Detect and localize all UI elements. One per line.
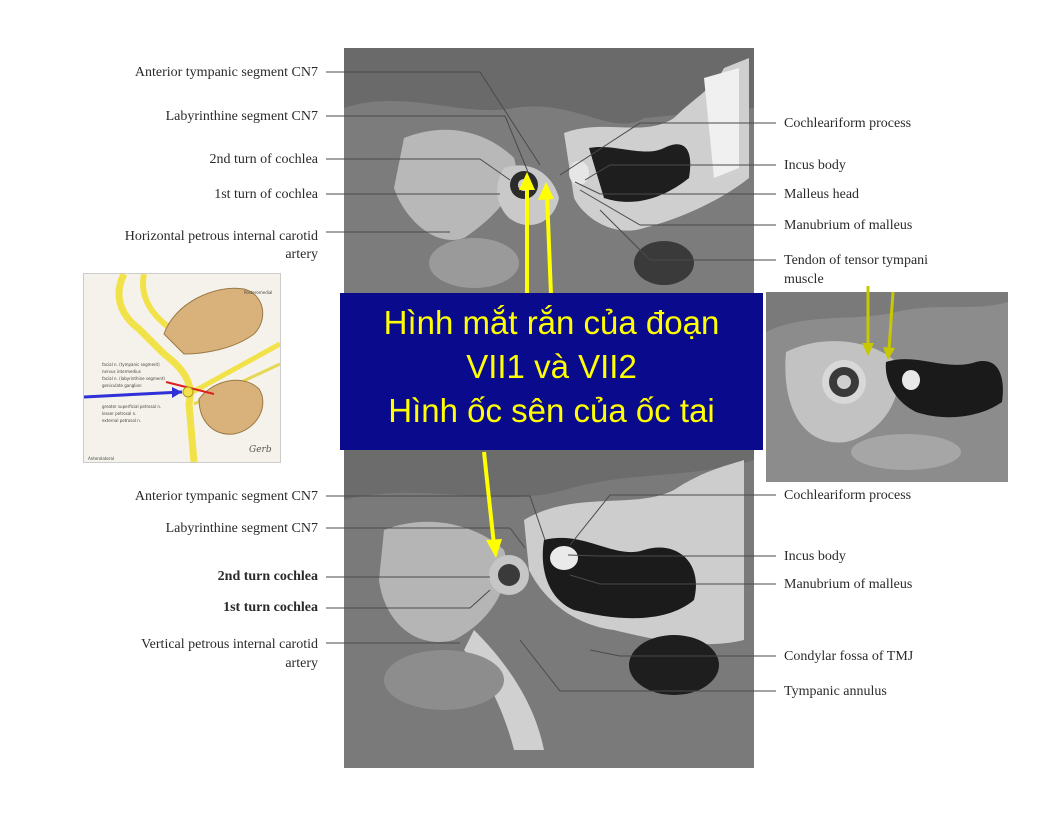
label-tendon-tensor-tympani-top: Tendon of tensor tympani	[784, 253, 929, 268]
ct-scan-inset	[766, 292, 1008, 482]
label-malleus-head-top: Malleus head	[784, 187, 860, 202]
drawing-label-external-petrosal: external petrosal n.	[102, 418, 141, 423]
label-cochleariform-process-bottom: Cochleariform process	[784, 488, 912, 503]
label-labyrinthine-segment-bottom: Labyrinthine segment CN7	[165, 521, 318, 536]
label-manubrium-malleus-bottom: Manubrium of malleus	[784, 577, 913, 592]
label-labyrinthine-segment-top: Labyrinthine segment CN7	[165, 109, 318, 124]
drawing-label-tympanic: facial n. (tympanic segment)	[102, 362, 160, 367]
label-vertical-carotid-bottom: Vertical petrous internal carotid	[141, 637, 318, 652]
label-2nd-turn-cochlea-top: 2nd turn of cochlea	[209, 152, 318, 167]
label-cochleariform-process-top: Cochleariform process	[784, 116, 912, 131]
label-manubrium-malleus-top: Manubrium of malleus	[784, 218, 913, 233]
drawing-label-posteromedial: Posteromedial	[244, 290, 272, 295]
drawing-label-gspn: greater superficial petrosal n.	[102, 404, 161, 409]
label-tendon-muscle-top: muscle	[784, 272, 824, 287]
label-vertical-carotid-artery-bottom: artery	[285, 656, 318, 671]
label-incus-body-bottom: Incus body	[784, 549, 846, 564]
banner-line-2: VII1 và VII2	[466, 348, 637, 385]
artist-signature: Gerb	[249, 445, 272, 455]
label-1st-turn-cochlea-bottom: 1st turn cochlea	[223, 600, 318, 615]
drawing-label-lesser-petrosal: lesser petrosal n.	[102, 411, 136, 416]
banner-line-1: Hình mắt rắn của đoạn	[383, 304, 720, 341]
label-anterior-tympanic-segment-bottom: Anterior tympanic segment CN7	[134, 489, 318, 504]
caption-banner: Hình mắt rắn của đoạn VII1 và VII2 Hình …	[340, 293, 763, 450]
banner-line-3: Hình ốc sên của ốc tai	[388, 392, 715, 429]
drawing-label-labyrinthine: facial n. (labyrinthine segment)	[102, 376, 165, 381]
label-2nd-turn-cochlea-bottom: 2nd turn cochlea	[217, 569, 318, 584]
label-condylar-fossa-bottom: Condylar fossa of TMJ	[784, 649, 914, 664]
label-1st-turn-cochlea-top: 1st turn of cochlea	[214, 187, 318, 202]
drawing-label-anterolateral: Anterolateral	[88, 456, 114, 461]
label-incus-body-top: Incus body	[784, 158, 846, 173]
label-tympanic-annulus-bottom: Tympanic annulus	[784, 684, 887, 699]
ct-scan-top	[344, 48, 754, 294]
ct-scan-bottom	[344, 450, 754, 768]
anatomical-drawing-inset: facial n. (tympanic segment) nervus inte…	[83, 273, 281, 463]
drawing-label-intermedius: nervus intermedius	[102, 369, 141, 374]
label-anterior-tympanic-segment-top: Anterior tympanic segment CN7	[134, 65, 318, 80]
label-horizontal-carotid-top: Horizontal petrous internal carotid	[124, 229, 318, 244]
drawing-label-geniculate: geniculate ganglion	[102, 383, 142, 388]
label-horizontal-carotid-artery-top: artery	[285, 247, 318, 262]
